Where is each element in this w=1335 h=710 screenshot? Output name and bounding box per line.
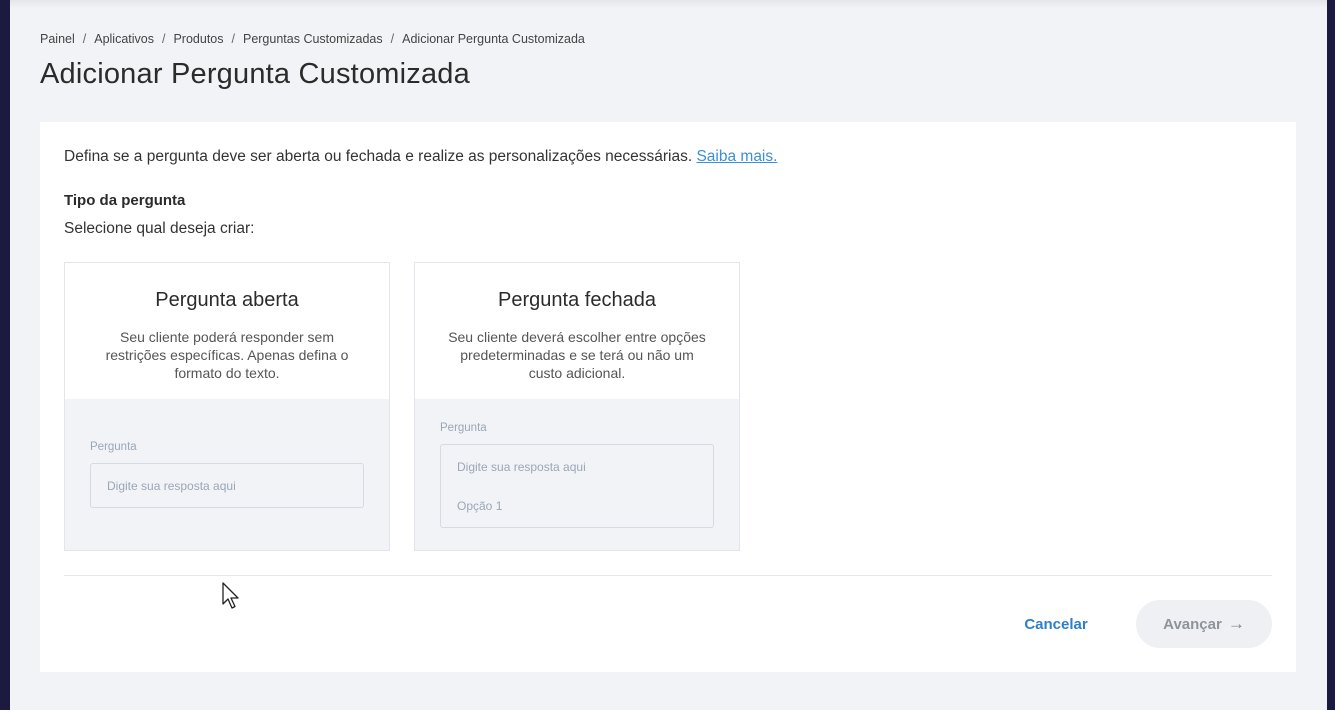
- breadcrumb-separator: /: [390, 32, 395, 46]
- question-type-subtitle: Selecione qual deseja criar:: [64, 220, 255, 237]
- left-window-edge: [0, 0, 10, 710]
- open-question-card[interactable]: Pergunta aberta Seu cliente poderá respo…: [64, 262, 390, 551]
- preview-input: Digite sua resposta aqui: [90, 463, 364, 508]
- preview-placeholder: Digite sua resposta aqui: [457, 460, 586, 474]
- breadcrumb-item-produtos[interactable]: Produtos: [173, 32, 223, 46]
- preview-option: Opção 1: [457, 499, 503, 513]
- mouse-cursor-icon: [222, 582, 239, 609]
- breadcrumb-separator: /: [82, 32, 87, 46]
- footer-divider: [64, 575, 1272, 576]
- breadcrumb-item-perguntas-customizadas[interactable]: Perguntas Customizadas: [243, 32, 383, 46]
- breadcrumb-separator: /: [231, 32, 235, 46]
- card-header: Pergunta fechada Seu cliente deverá esco…: [415, 263, 739, 399]
- card-preview: Pergunta Digite sua resposta aqui: [65, 399, 389, 550]
- intro-text: Defina se a pergunta deve ser aberta ou …: [64, 148, 777, 166]
- breadcrumb-item-current: Adicionar Pergunta Customizada: [402, 32, 585, 46]
- closed-question-card[interactable]: Pergunta fechada Seu cliente deverá esco…: [414, 262, 740, 551]
- preview-input: Digite sua resposta aqui Opção 1: [440, 444, 714, 528]
- card-title: Pergunta aberta: [155, 289, 299, 311]
- right-window-edge: [1327, 0, 1335, 710]
- intro-description: Defina se a pergunta deve ser aberta ou …: [64, 148, 697, 165]
- breadcrumb-item-aplicativos[interactable]: Aplicativos: [94, 32, 154, 46]
- breadcrumb-separator: /: [161, 32, 166, 46]
- cancel-button[interactable]: Cancelar: [1010, 600, 1102, 648]
- next-button-label: Avançar: [1163, 615, 1222, 633]
- preview-label: Pergunta: [440, 422, 487, 434]
- preview-label: Pergunta: [90, 441, 137, 453]
- page-title: Adicionar Pergunta Customizada: [40, 58, 470, 90]
- header-shadow: [10, 0, 1327, 8]
- card-description: Seu cliente deverá escolher entre opções…: [448, 329, 706, 381]
- question-type-title: Tipo da pergunta: [64, 192, 186, 209]
- arrow-right-icon: →: [1227, 614, 1245, 633]
- card-header: Pergunta aberta Seu cliente poderá respo…: [65, 263, 389, 399]
- card-description: Seu cliente poderá responder sem restriç…: [105, 329, 349, 381]
- breadcrumb-item-painel[interactable]: Painel: [40, 32, 75, 46]
- preview-placeholder: Digite sua resposta aqui: [107, 479, 236, 493]
- card-title: Pergunta fechada: [498, 289, 656, 311]
- card-preview: Pergunta Digite sua resposta aqui Opção …: [415, 399, 739, 550]
- breadcrumb: Painel / Aplicativos / Produtos / Pergun…: [40, 32, 585, 46]
- next-button[interactable]: Avançar →: [1136, 600, 1272, 648]
- learn-more-link[interactable]: Saiba mais.: [696, 148, 777, 165]
